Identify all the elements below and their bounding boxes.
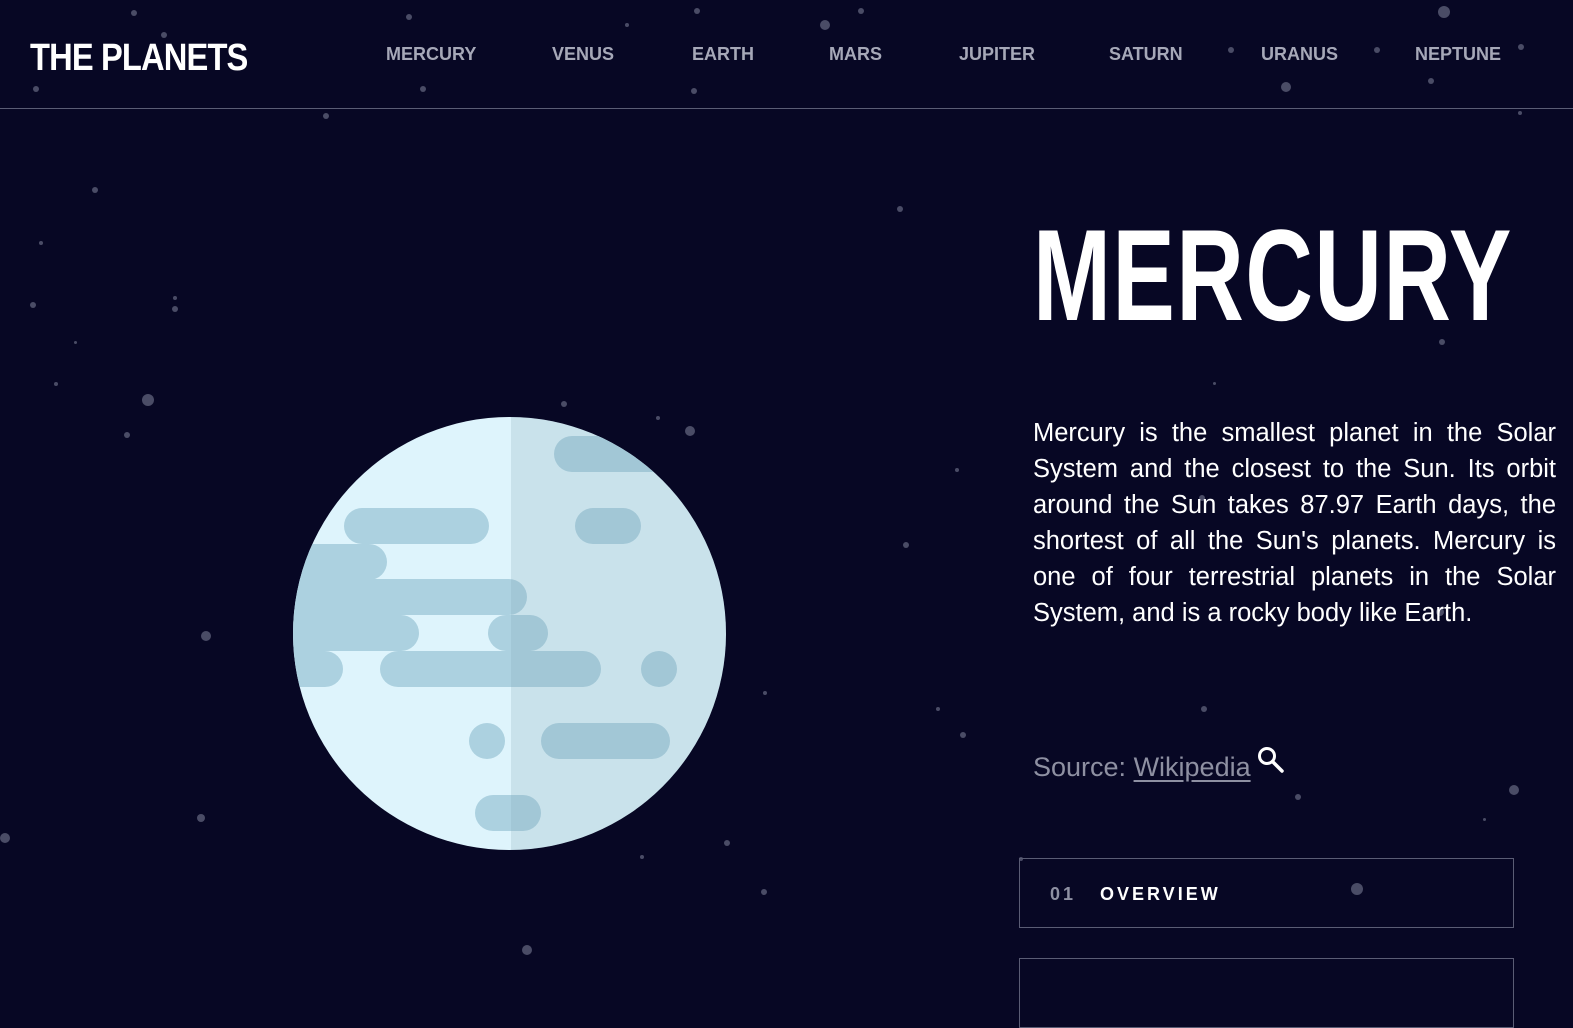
star-dot: [960, 732, 966, 738]
site-header: THE PLANETS MERCURY VENUS EARTH MARS JUP…: [0, 0, 1573, 109]
star-dot: [54, 382, 58, 386]
nav-item-uranus[interactable]: URANUS: [1261, 43, 1338, 65]
star-dot: [1295, 794, 1301, 800]
planet-title: MERCURY: [1033, 202, 1513, 348]
nav-item-mars[interactable]: MARS: [829, 43, 882, 65]
source-prefix: Source:: [1033, 752, 1134, 782]
site-logo[interactable]: THE PLANETS: [30, 36, 248, 80]
nav-item-neptune[interactable]: NEPTUNE: [1415, 43, 1501, 65]
source-line: Source: Wikipedia: [1033, 750, 1251, 784]
tab-overview[interactable]: 01 OVERVIEW: [1019, 858, 1514, 928]
star-dot: [124, 432, 130, 438]
nav-item-saturn[interactable]: SATURN: [1109, 43, 1183, 65]
star-dot: [142, 394, 154, 406]
wikipedia-link[interactable]: Wikipedia: [1134, 752, 1251, 782]
tab-label: OVERVIEW: [1100, 884, 1221, 904]
nav-item-earth[interactable]: EARTH: [692, 43, 754, 65]
star-dot: [0, 833, 10, 843]
star-dot: [761, 889, 767, 895]
mercury-planet-illustration: [293, 417, 726, 850]
star-dot: [30, 302, 36, 308]
search-icon[interactable]: [1256, 745, 1286, 775]
star-dot: [1212, 381, 1216, 385]
star-dot: [1201, 706, 1207, 712]
star-dot: [763, 691, 767, 695]
star-dot: [73, 340, 77, 344]
star-dot: [173, 296, 177, 300]
nav-item-venus[interactable]: VENUS: [552, 43, 614, 65]
star-dot: [522, 945, 532, 955]
star-dot: [172, 306, 178, 312]
star-dot: [955, 468, 959, 472]
star-dot: [39, 241, 43, 245]
star-dot: [1518, 111, 1522, 115]
star-dot: [92, 187, 98, 193]
star-dot: [201, 631, 211, 641]
nav-item-jupiter[interactable]: JUPITER: [959, 43, 1035, 65]
tab-number: 01: [1050, 884, 1077, 904]
planet-description: Mercury is the smallest planet in the So…: [1033, 419, 1556, 627]
star-dot: [561, 401, 567, 407]
star-dot: [640, 855, 644, 859]
star-dot: [1482, 817, 1486, 821]
nav-item-mercury[interactable]: MERCURY: [386, 43, 476, 65]
star-dot: [197, 814, 205, 822]
star-dot: [903, 542, 909, 548]
tab-next[interactable]: [1019, 958, 1514, 1028]
star-dot: [1509, 785, 1519, 795]
star-dot: [936, 707, 940, 711]
star-dot: [897, 206, 903, 212]
star-dot: [323, 113, 329, 119]
